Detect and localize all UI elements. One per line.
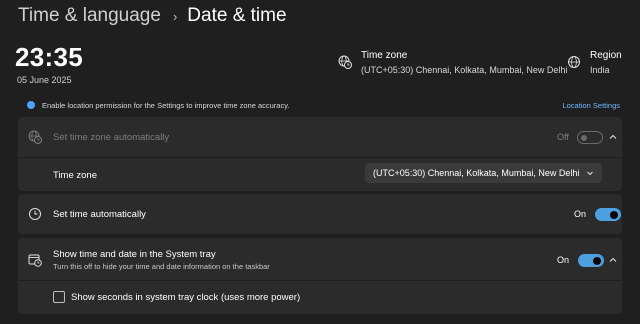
region-summary-value: India (590, 65, 610, 75)
region-summary-title: Region (590, 50, 622, 61)
systray-card: Show time and date in the System tray Tu… (18, 238, 622, 314)
chevron-up-icon[interactable] (608, 255, 618, 265)
chevron-up-icon[interactable] (608, 132, 618, 142)
location-notice-text: Enable location permission for the Setti… (42, 100, 290, 110)
seconds-option-row[interactable]: Show seconds in system tray clock (uses … (18, 281, 622, 314)
globe-clock-icon (338, 55, 352, 69)
info-icon (27, 101, 35, 109)
location-settings-link[interactable]: Location Settings (562, 101, 620, 110)
timezone-summary-value: (UTC+05:30) Chennai, Kolkata, Mumbai, Ne… (361, 65, 568, 75)
auto-time-label: Set time automatically (53, 209, 146, 220)
seconds-option-label: Show seconds in system tray clock (uses … (71, 292, 301, 303)
auto-timezone-row[interactable]: Set time zone automatically Off (18, 117, 622, 157)
globe-icon (568, 56, 580, 68)
auto-time-toggle[interactable] (595, 208, 621, 221)
systray-description: Turn this off to hide your time and date… (53, 262, 270, 271)
location-notice: Enable location permission for the Setti… (18, 96, 622, 114)
breadcrumb-separator: › (172, 8, 178, 24)
breadcrumb: Time & language › Date & time (18, 4, 287, 28)
page-title: Date & time (187, 5, 287, 26)
auto-timezone-toggle[interactable] (577, 131, 603, 144)
timezone-settings-card: Set time zone automatically Off Time zon… (18, 117, 622, 191)
timezone-dropdown[interactable]: (UTC+05:30) Chennai, Kolkata, Mumbai, Ne… (365, 163, 602, 183)
clock-icon (29, 208, 41, 220)
breadcrumb-parent-link[interactable]: Time & language (18, 5, 161, 27)
timezone-select-row: Time zone (UTC+05:30) Chennai, Kolkata, … (18, 158, 622, 191)
timezone-select-label: Time zone (53, 170, 97, 181)
timezone-dropdown-value: (UTC+05:30) Chennai, Kolkata, Mumbai, Ne… (373, 168, 580, 178)
globe-clock-icon (28, 130, 42, 144)
auto-timezone-state: Off (557, 132, 569, 142)
systray-toggle[interactable] (578, 254, 604, 267)
timezone-summary-title: Time zone (361, 50, 408, 61)
current-time: 23:35 (15, 42, 83, 72)
region-summary: Region India (567, 50, 622, 75)
chevron-down-icon (587, 171, 593, 176)
systray-state: On (557, 255, 570, 265)
auto-time-state: On (574, 209, 587, 219)
calendar-clock-icon (28, 254, 42, 267)
timezone-summary: Time zone (UTC+05:30) Chennai, Kolkata, … (338, 50, 567, 75)
current-date: 05 June 2025 (17, 75, 72, 85)
systray-row[interactable]: Show time and date in the System tray Tu… (18, 238, 622, 280)
auto-timezone-label: Set time zone automatically (53, 132, 170, 143)
systray-label: Show time and date in the System tray (53, 249, 216, 260)
seconds-checkbox[interactable] (53, 291, 65, 303)
auto-time-card[interactable]: Set time automatically On (18, 194, 622, 234)
